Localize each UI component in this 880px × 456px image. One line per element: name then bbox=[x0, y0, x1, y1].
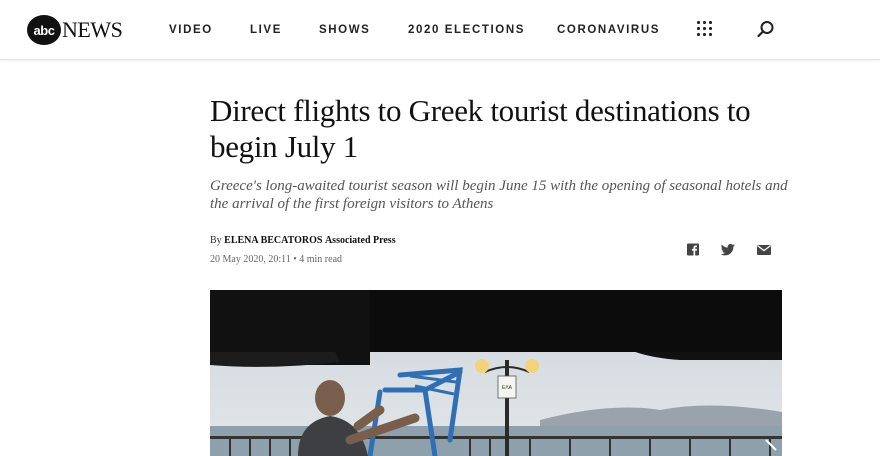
byline: By ELENA BECATOROS Associated Press bbox=[210, 235, 396, 246]
search-icon[interactable] bbox=[757, 20, 775, 38]
email-icon[interactable] bbox=[756, 243, 772, 257]
read-time: • 4 min read bbox=[293, 254, 343, 265]
article-subhead: Greece's long-awaited tourist season wil… bbox=[210, 178, 788, 212]
nav-item-shows[interactable]: SHOWS bbox=[319, 24, 370, 36]
article-headline: Direct flights to Greek tourist destinat… bbox=[210, 93, 751, 164]
dateline: 20 May 2020, 20:11 • 4 min read bbox=[210, 254, 342, 265]
hero-photo[interactable]: ΕΛΑ bbox=[210, 290, 782, 456]
top-navigation-bar: abc NEWS VIDEO LIVE SHOWS 2020 ELECTIONS… bbox=[0, 0, 880, 60]
abc-logo-mark: abc bbox=[27, 15, 61, 45]
nav-item-coronavirus[interactable]: CORONAVIRUS bbox=[557, 24, 660, 36]
abc-news-logo[interactable]: abc NEWS bbox=[27, 15, 123, 45]
facebook-icon[interactable] bbox=[686, 243, 702, 257]
grid-dots-icon[interactable] bbox=[697, 21, 713, 37]
hero-photo-illustration: ΕΛΑ bbox=[210, 290, 782, 456]
lamp-sign-text: ΕΛΑ bbox=[502, 385, 513, 391]
twitter-icon[interactable] bbox=[720, 243, 736, 257]
publish-date: 20 May 2020, 20:11 bbox=[210, 254, 291, 265]
nav-item-live[interactable]: LIVE bbox=[250, 24, 282, 36]
author-name[interactable]: ELENA BECATOROS bbox=[224, 235, 322, 246]
author-source: Associated Press bbox=[324, 235, 396, 246]
nav-item-2020-elections[interactable]: 2020 ELECTIONS bbox=[408, 24, 525, 36]
news-logo-word: NEWS bbox=[62, 17, 123, 42]
byline-prefix: By bbox=[210, 235, 222, 246]
nav-item-video[interactable]: VIDEO bbox=[169, 24, 213, 36]
